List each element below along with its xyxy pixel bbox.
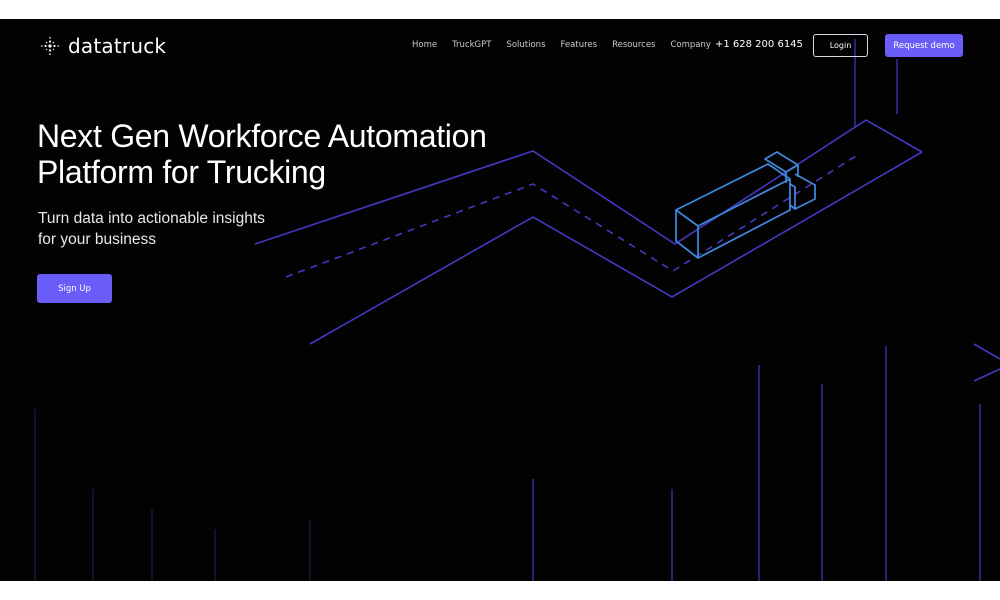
request-demo-button[interactable]: Request demo	[885, 34, 963, 57]
nav-link-solutions[interactable]: Solutions	[506, 40, 545, 50]
hero-title-line-2: Platform for Trucking	[37, 154, 326, 190]
sign-up-button[interactable]: Sign Up	[37, 274, 112, 303]
top-navigation: datatruck Home TruckGPT Solutions Featur…	[0, 19, 1000, 73]
nav-link-features[interactable]: Features	[561, 40, 598, 50]
brand-name: datatruck	[68, 34, 167, 58]
nav-links: Home TruckGPT Solutions Features Resourc…	[412, 40, 726, 50]
hero-subtitle-line-2: for your business	[38, 231, 157, 248]
hero-subtitle-line-1: Turn data into actionable insights	[38, 210, 265, 227]
phone-number-link[interactable]: +1 628 200 6145	[715, 39, 803, 50]
sparkle-logo-icon	[41, 37, 59, 55]
hero-subtitle: Turn data into actionable insights for y…	[38, 208, 338, 250]
brand-logo[interactable]: datatruck	[40, 34, 166, 58]
nav-link-resources[interactable]: Resources	[612, 40, 655, 50]
nav-link-truckgpt[interactable]: TruckGPT	[452, 40, 491, 50]
login-button[interactable]: Login	[813, 34, 868, 57]
hero-title-line-1: Next Gen Workforce Automation	[37, 118, 487, 154]
isometric-road-illustration	[34, 39, 1000, 581]
hero-title: Next Gen Workforce Automation Platform f…	[37, 118, 517, 190]
nav-link-home[interactable]: Home	[412, 40, 437, 50]
landing-page: datatruck Home TruckGPT Solutions Featur…	[0, 19, 1000, 581]
nav-link-company[interactable]: Company	[670, 40, 710, 50]
